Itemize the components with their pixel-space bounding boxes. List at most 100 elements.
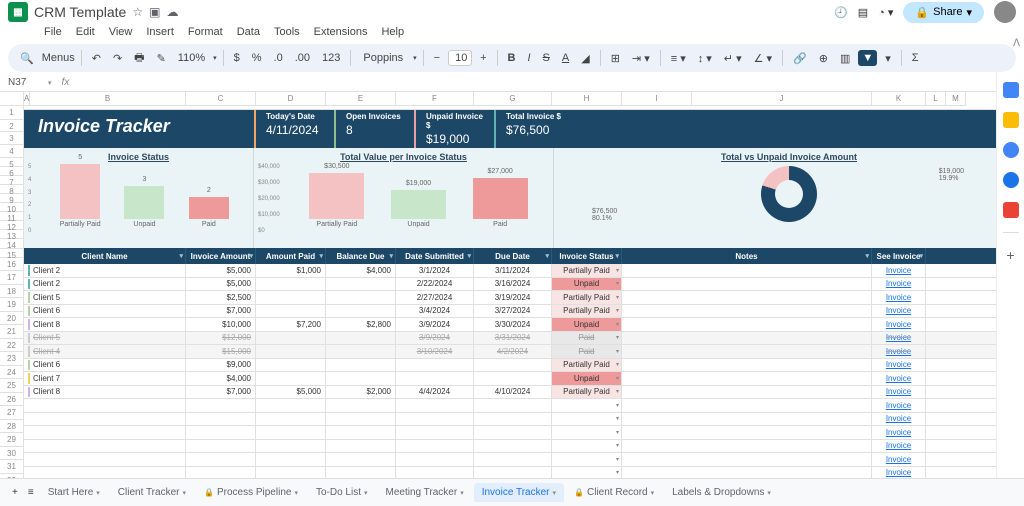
sheet-tab[interactable]: Start Here ▾ (40, 483, 108, 502)
font-select[interactable]: Poppins (357, 50, 409, 66)
print-icon[interactable]: 🖶 (130, 47, 148, 70)
sheet-tab[interactable]: Invoice Tracker ▾ (474, 483, 564, 502)
currency-icon[interactable]: $ (230, 50, 244, 66)
share-button[interactable]: 🔒 Share ▾ (903, 2, 984, 23)
filter-icon[interactable]: ▼ (858, 50, 877, 66)
menu-help[interactable]: Help (381, 26, 404, 40)
table-row[interactable]: Client 8▾$7,000$5,000$2,0004/4/20244/10/… (24, 386, 1024, 400)
row-head[interactable]: 30 (0, 447, 24, 461)
table-row[interactable]: ▾▾Invoice (24, 453, 1024, 467)
percent-icon[interactable]: % (248, 50, 266, 66)
header-cell[interactable]: Invoice Status▾ (552, 248, 622, 264)
col-head[interactable]: D (256, 92, 326, 106)
col-head[interactable]: C (186, 92, 256, 106)
col-head[interactable]: F (396, 92, 474, 106)
folder-icon[interactable]: ▣ (149, 5, 160, 19)
fill-color-icon[interactable]: ◢ (577, 50, 593, 67)
col-head[interactable]: H (552, 92, 622, 106)
row-head[interactable]: 10 (0, 203, 24, 212)
halign-icon[interactable]: ≡ ▾ (667, 50, 690, 67)
row-head[interactable]: 23 (0, 352, 24, 366)
add-icon[interactable]: + (1006, 247, 1014, 263)
row-head[interactable]: 13 (0, 230, 24, 239)
search-icon[interactable]: 🔍 (16, 50, 38, 67)
avatar[interactable] (994, 1, 1016, 23)
merge-icon[interactable]: ⇥ ▾ (628, 50, 654, 67)
table-row[interactable]: Client 2▾$5,000$1,000$4,0003/1/20243/11/… (24, 264, 1024, 278)
chart-icon[interactable]: ▥ (836, 50, 854, 67)
tasks-icon[interactable] (1003, 142, 1019, 158)
row-head[interactable]: 6 (0, 167, 24, 176)
sheet[interactable]: ABCDEFGHIJKLM Invoice Tracker Today's Da… (24, 92, 1024, 492)
format-123[interactable]: 123 (318, 50, 344, 66)
row-head[interactable]: 9 (0, 194, 24, 203)
col-head[interactable]: J (692, 92, 872, 106)
sheet-tab[interactable]: Client Tracker ▾ (110, 483, 194, 502)
keep-icon[interactable] (1003, 112, 1019, 128)
star-icon[interactable]: ☆ (132, 5, 143, 19)
contacts-icon[interactable] (1003, 172, 1019, 188)
row-head[interactable]: 21 (0, 325, 24, 339)
row-head[interactable]: 20 (0, 312, 24, 326)
row-head[interactable]: 7 (0, 176, 24, 185)
col-head[interactable]: G (474, 92, 552, 106)
all-sheets-icon[interactable]: ≡ (24, 485, 38, 500)
decimal-dec-icon[interactable]: .0 (270, 50, 287, 66)
menu-edit[interactable]: Edit (76, 26, 95, 40)
calendar-icon[interactable] (1003, 82, 1019, 98)
header-cell[interactable]: Amount Paid▾ (256, 248, 326, 264)
table-row[interactable]: ▾▾Invoice (24, 399, 1024, 413)
col-head[interactable]: M (946, 92, 966, 106)
rotate-icon[interactable]: ∠ ▾ (750, 50, 776, 67)
filter-views-icon[interactable]: ▾ (881, 50, 895, 67)
paint-icon[interactable]: ✎ (153, 50, 170, 67)
borders-icon[interactable]: ⊞ (607, 50, 624, 67)
sheet-tab[interactable]: 🔒Process Pipeline ▾ (196, 483, 306, 502)
menu-file[interactable]: File (44, 26, 62, 40)
italic-icon[interactable]: I (523, 50, 534, 66)
row-head[interactable]: 31 (0, 460, 24, 474)
comment-add-icon[interactable]: ⊕ (815, 50, 832, 67)
header-cell[interactable]: See Invoice▾ (872, 248, 926, 264)
table-row[interactable]: ▾▾Invoice (24, 440, 1024, 454)
table-row[interactable]: Client 6▾$9,000Partially Paid▾Invoice (24, 359, 1024, 373)
row-head[interactable]: 27 (0, 406, 24, 420)
doc-title[interactable]: CRM Template (34, 4, 126, 20)
row-head[interactable]: 16 (0, 258, 24, 272)
menu-data[interactable]: Data (237, 26, 260, 40)
sheet-tab[interactable]: Labels & Dropdowns ▾ (664, 483, 779, 502)
col-head[interactable]: B (30, 92, 186, 106)
size-dec[interactable]: − (430, 50, 444, 66)
row-head[interactable]: 24 (0, 366, 24, 380)
sheet-tab[interactable]: 🔒Client Record ▾ (566, 483, 662, 502)
redo-icon[interactable]: ↷ (109, 50, 126, 67)
size-inc[interactable]: + (476, 50, 490, 66)
row-head[interactable]: 25 (0, 379, 24, 393)
menu-view[interactable]: View (109, 26, 133, 40)
table-row[interactable]: Client 5▾$2,5002/27/20243/19/2024Partial… (24, 291, 1024, 305)
row-head[interactable]: 17 (0, 271, 24, 285)
text-color-icon[interactable]: A (558, 50, 573, 66)
row-head[interactable]: 14 (0, 239, 24, 248)
table-row[interactable]: Client 4▾$15,0003/10/20244/2/2024Paid▾In… (24, 345, 1024, 359)
header-cell[interactable]: Due Date▾ (474, 248, 552, 264)
header-cell[interactable]: Notes▾ (622, 248, 872, 264)
row-head[interactable]: 26 (0, 393, 24, 407)
row-head[interactable]: 5 (0, 158, 24, 167)
table-row[interactable]: ▾▾Invoice (24, 413, 1024, 427)
table-row[interactable]: ▾▾Invoice (24, 426, 1024, 440)
row-head[interactable]: 8 (0, 185, 24, 194)
table-row[interactable]: Client 5▾$12,0003/9/20243/31/2024Paid▾In… (24, 332, 1024, 346)
table-row[interactable]: Client 6▾$7,0003/4/20243/27/2024Partiall… (24, 305, 1024, 319)
col-head[interactable]: I (622, 92, 692, 106)
maps-icon[interactable] (1003, 202, 1019, 218)
table-row[interactable]: Client 8▾$10,000$7,200$2,8003/9/20243/30… (24, 318, 1024, 332)
table-row[interactable]: Client 2▾$5,0002/22/20243/16/2024Unpaid▾… (24, 278, 1024, 292)
row-head[interactable]: 22 (0, 339, 24, 353)
header-cell[interactable]: Balance Due▾ (326, 248, 396, 264)
row-head[interactable]: 2 (0, 120, 24, 133)
col-head[interactable]: L (926, 92, 946, 106)
row-head[interactable]: 18 (0, 285, 24, 299)
table-row[interactable]: Client 7▾$4,000Unpaid▾Invoice (24, 372, 1024, 386)
collapse-icon[interactable]: ᐱ (1013, 38, 1020, 49)
